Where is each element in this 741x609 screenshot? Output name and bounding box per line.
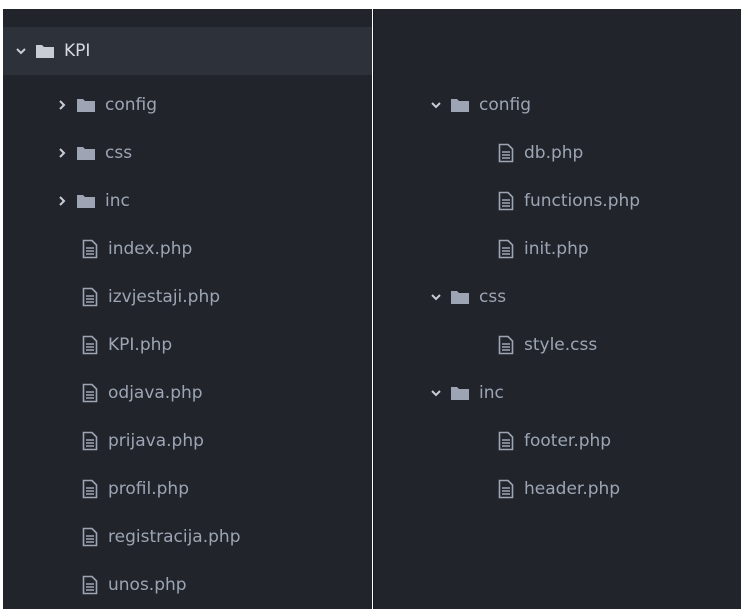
tree-folder-config[interactable]: config [374, 81, 741, 129]
tree-label: unos.php [108, 575, 187, 595]
tree-label: config [105, 95, 158, 115]
tree-file-odjava-php[interactable]: odjava.php [3, 369, 372, 417]
folder-icon [450, 385, 470, 401]
file-icon [82, 287, 98, 307]
tree-label: index.php [108, 239, 193, 259]
tree-folder-css[interactable]: css [3, 129, 372, 177]
chevron-right-icon[interactable] [56, 147, 68, 159]
tree-label: izvjestaji.php [108, 287, 221, 307]
folder-icon [35, 43, 55, 59]
left-tree-view: KPI config css inc index.php izvjestaji.… [3, 9, 372, 609]
chevron-down-icon[interactable] [15, 45, 27, 57]
tree-file-db-php[interactable]: db.php [374, 129, 741, 177]
tree-label: config [479, 95, 532, 115]
file-icon [498, 335, 514, 355]
tree-label: css [479, 287, 507, 307]
tree-label: KPI [64, 41, 91, 61]
file-icon [498, 191, 514, 211]
tree-folder-inc[interactable]: inc [3, 177, 372, 225]
tree-label: odjava.php [108, 383, 203, 403]
chevron-down-icon[interactable] [430, 291, 442, 303]
tree-file-prijava-php[interactable]: prijava.php [3, 417, 372, 465]
folder-icon [450, 289, 470, 305]
tree-label: profil.php [108, 479, 189, 499]
tree-folder-config[interactable]: config [3, 81, 372, 129]
tree-file-index-php[interactable]: index.php [3, 225, 372, 273]
file-icon [498, 239, 514, 259]
file-icon [498, 431, 514, 451]
tree-label: registracija.php [108, 527, 241, 547]
tree-label: css [105, 143, 133, 163]
file-icon [498, 143, 514, 163]
file-icon [82, 479, 98, 499]
chevron-right-icon[interactable] [56, 195, 68, 207]
chevron-right-icon[interactable] [56, 99, 68, 111]
tree-label: db.php [524, 143, 584, 163]
tree-file-footer-php[interactable]: footer.php [374, 417, 741, 465]
file-icon [82, 383, 98, 403]
file-icon [82, 431, 98, 451]
file-icon [498, 479, 514, 499]
tree-file-functions-php[interactable]: functions.php [374, 177, 741, 225]
file-icon [82, 527, 98, 547]
tree-file-izvjestaji-php[interactable]: izvjestaji.php [3, 273, 372, 321]
tree-file-profil-php[interactable]: profil.php [3, 465, 372, 513]
file-icon [82, 335, 98, 355]
tree-file-init-php[interactable]: init.php [374, 225, 741, 273]
folder-icon [450, 97, 470, 113]
tree-label: header.php [524, 479, 621, 499]
folder-icon [76, 145, 96, 161]
folder-icon [76, 193, 96, 209]
tree-label: prijava.php [108, 431, 204, 451]
tree-label: style.css [524, 335, 598, 355]
right-tree-view: config db.php functions.php init.php css… [373, 9, 741, 609]
tree-file-header-php[interactable]: header.php [374, 465, 741, 513]
tree-label: inc [479, 383, 504, 403]
tree-folder-css[interactable]: css [374, 273, 741, 321]
file-icon [82, 239, 98, 259]
tree-file-unos-php[interactable]: unos.php [3, 561, 372, 609]
tree-label: footer.php [524, 431, 612, 451]
tree-file-style-css[interactable]: style.css [374, 321, 741, 369]
tree-label: init.php [524, 239, 589, 259]
chevron-down-icon[interactable] [430, 99, 442, 111]
tree-label: inc [105, 191, 130, 211]
tree-label: KPI.php [108, 335, 173, 355]
tree-file-kpi-php[interactable]: KPI.php [3, 321, 372, 369]
folder-icon [76, 97, 96, 113]
tree-file-registracija-php[interactable]: registracija.php [3, 513, 372, 561]
tree-folder-kpi[interactable]: KPI [3, 27, 372, 75]
tree-folder-inc[interactable]: inc [374, 369, 741, 417]
tree-label: functions.php [524, 191, 641, 211]
chevron-down-icon[interactable] [430, 387, 442, 399]
file-icon [82, 575, 98, 595]
